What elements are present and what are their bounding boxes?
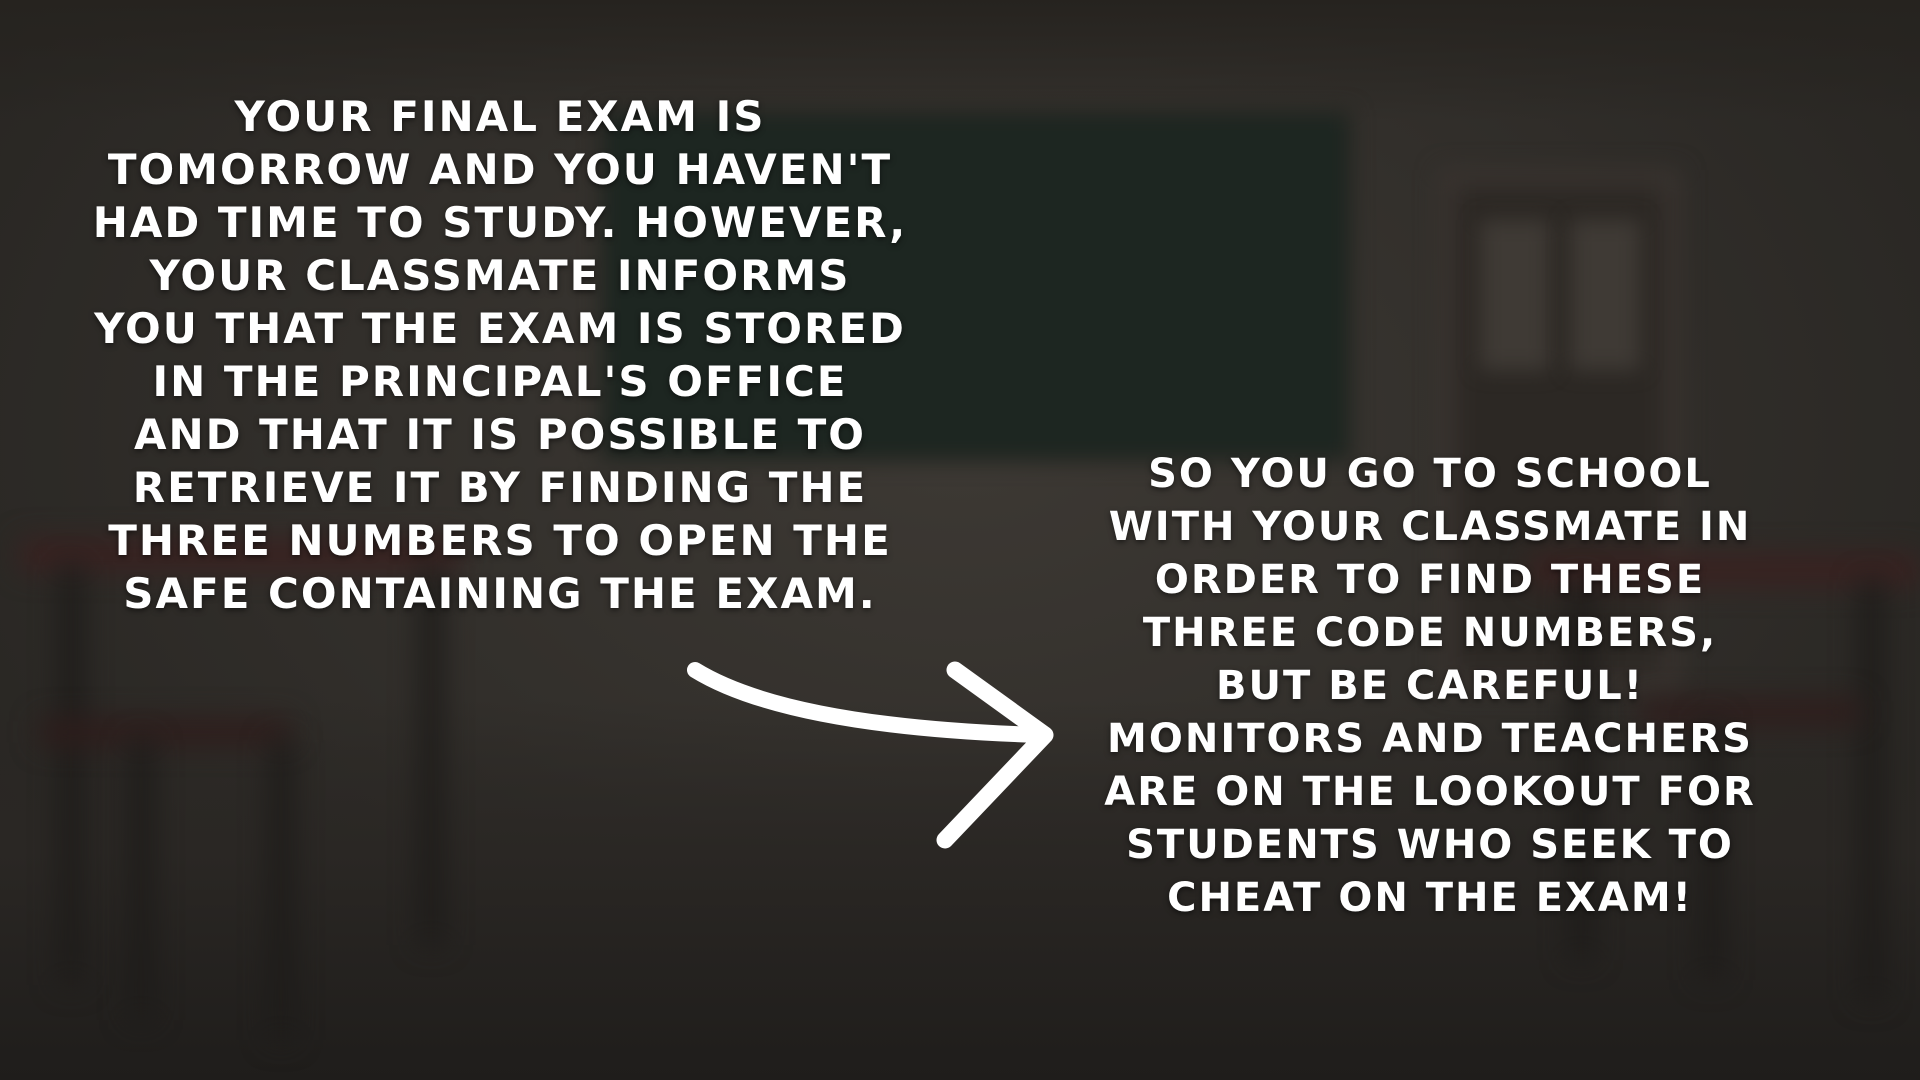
intro-screen: Your final exam is tomorrow and you have…	[0, 0, 1920, 1080]
door-window-left	[1480, 220, 1550, 370]
story-text-intro: Your final exam is tomorrow and you have…	[92, 92, 908, 618]
desk-left-leg	[420, 565, 442, 945]
desk-right-leg	[1860, 580, 1882, 1000]
desk-left-leg	[60, 565, 82, 985]
chair-left	[40, 720, 290, 744]
story-text-warning: So you go to school with your classmate …	[1104, 451, 1756, 921]
chair-left-leg	[130, 740, 152, 1020]
door-window-right	[1570, 220, 1640, 370]
arrow-head	[936, 661, 1054, 849]
chair-left-leg	[270, 740, 292, 1040]
arrow-right-icon	[687, 661, 1054, 849]
